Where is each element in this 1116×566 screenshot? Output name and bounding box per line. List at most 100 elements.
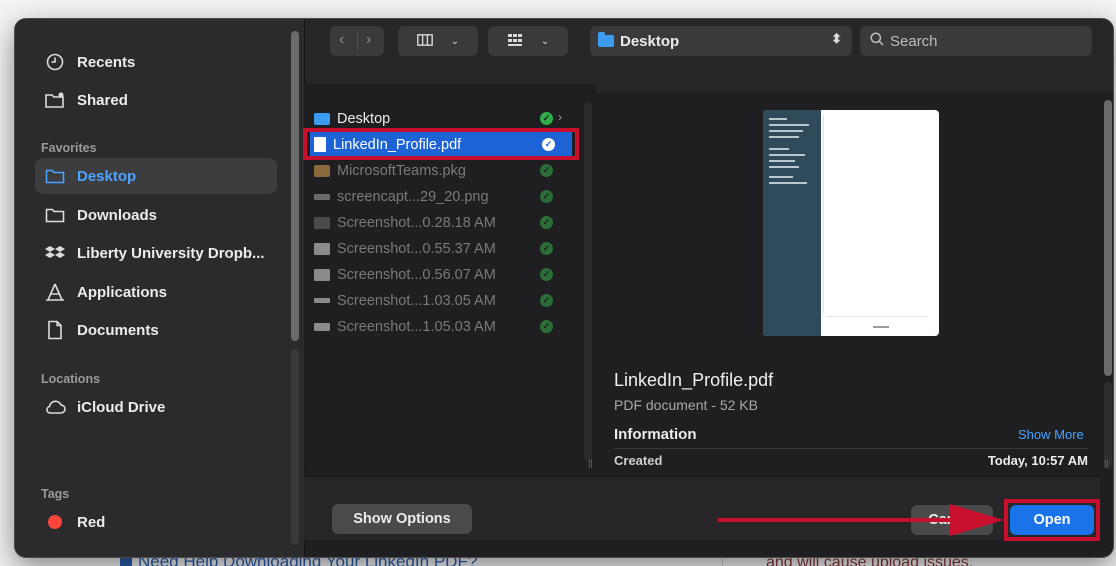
document-icon <box>43 320 67 340</box>
grid-icon <box>507 33 523 50</box>
clock-icon <box>43 52 67 72</box>
preview-scrollbar[interactable] <box>1104 100 1112 376</box>
location-popup[interactable]: Desktop ⬍ <box>590 26 852 56</box>
synced-check-icon: ✓ <box>540 216 553 229</box>
sidebar-item-label: Shared <box>77 91 128 109</box>
sidebar-item-downloads[interactable]: Downloads <box>35 197 277 233</box>
list-item-screenshot: Screenshot...0.55.37 AM ✓ <box>314 236 568 261</box>
created-value: Today, 10:57 AM <box>987 453 1088 468</box>
pdf-preview-thumbnail <box>763 110 939 336</box>
sidebar-item-label: Documents <box>77 321 159 339</box>
list-item-screencapture: screencapt...29_20.png ✓ <box>314 184 568 209</box>
sidebar-item-icloud-drive[interactable]: iCloud Drive <box>35 389 277 425</box>
folder-icon <box>314 112 330 125</box>
folder-icon <box>43 166 67 186</box>
dropbox-icon <box>43 243 67 263</box>
forward-icon[interactable]: › <box>366 31 371 49</box>
file-name: Desktop <box>337 110 391 127</box>
synced-check-icon: ✓ <box>540 112 553 125</box>
list-item-screenshot: Screenshot...0.56.07 AM ✓ <box>314 262 568 287</box>
file-name: Screenshot...0.56.07 AM <box>337 266 496 283</box>
chevron-down-icon: ⌄ <box>540 35 550 47</box>
folder-icon <box>43 205 67 225</box>
open-highlight-box <box>1004 499 1100 541</box>
tags-header: Tags <box>41 487 70 501</box>
image-file-icon <box>314 216 330 229</box>
sidebar-item-dropbox[interactable]: Liberty University Dropb... <box>35 235 277 271</box>
list-item-teams-pkg: MicrosoftTeams.pkg ✓ <box>314 158 568 183</box>
list-item-screenshot: Screenshot...1.03.05 AM ✓ <box>314 288 568 313</box>
sidebar-item-label: iCloud Drive <box>77 398 166 416</box>
show-options-button[interactable]: Show Options <box>332 504 472 534</box>
synced-check-icon: ✓ <box>540 294 553 307</box>
sidebar-scrollbar[interactable] <box>291 31 299 341</box>
back-forward-buttons[interactable]: ‹ › <box>330 26 384 56</box>
file-name: Screenshot...0.55.37 AM <box>337 240 496 257</box>
updown-chevron-icon: ⬍ <box>831 31 842 46</box>
sidebar-item-tag-red[interactable]: Red <box>35 504 277 540</box>
column-view-button[interactable]: ⌄ <box>398 26 478 56</box>
info-separator <box>614 448 1088 449</box>
cloud-icon <box>43 397 67 417</box>
preview-dashed-line <box>823 116 824 316</box>
file-name: Screenshot...1.03.05 AM <box>337 292 496 309</box>
sidebar-item-label: Red <box>77 513 106 531</box>
synced-check-icon: ✓ <box>540 164 553 177</box>
preview-file-kind: PDF document - 52 KB <box>614 397 758 413</box>
sidebar-item-label: Applications <box>77 283 168 301</box>
locations-header: Locations <box>41 372 101 386</box>
sidebar-item-recents[interactable]: Recents <box>35 44 277 80</box>
file-name: Screenshot...0.28.18 AM <box>337 214 496 231</box>
image-file-icon <box>314 322 330 331</box>
list-item-screenshot: Screenshot...1.05.03 AM ✓ <box>314 314 568 339</box>
applications-icon <box>43 282 67 302</box>
search-icon <box>870 32 884 50</box>
synced-check-icon: ✓ <box>540 268 553 281</box>
synced-check-icon: ✓ <box>540 320 553 333</box>
sidebar-scroll-track <box>291 349 299 545</box>
nav-divider <box>357 32 358 50</box>
synced-check-icon: ✓ <box>540 190 553 203</box>
columns-icon <box>416 33 433 49</box>
sidebar-item-shared[interactable]: Shared <box>35 82 277 118</box>
preview-resize-handle[interactable]: || <box>1104 458 1109 468</box>
created-label: Created <box>614 453 663 468</box>
preview-file-name: LinkedIn_Profile.pdf <box>614 370 774 390</box>
synced-check-icon: ✓ <box>540 242 553 255</box>
sidebar-item-desktop[interactable]: Desktop <box>35 158 277 194</box>
show-more-link[interactable]: Show More <box>1018 427 1084 442</box>
search-input[interactable] <box>890 32 1080 50</box>
shared-folder-icon <box>43 90 67 110</box>
file-name: screencapt...29_20.png <box>337 188 489 205</box>
preview-footer-line <box>827 316 927 317</box>
sidebar-item-label: Recents <box>77 53 136 71</box>
image-file-icon <box>314 268 330 281</box>
annotation-arrow <box>718 504 1004 536</box>
preview-page-number <box>873 326 889 328</box>
sidebar-item-label: Downloads <box>77 206 158 224</box>
highlight-box <box>303 128 579 160</box>
column-resize-handle[interactable]: || <box>588 458 593 468</box>
file-name: MicrosoftTeams.pkg <box>337 162 466 179</box>
sidebar-item-label: Desktop <box>77 167 137 185</box>
sidebar-item-documents[interactable]: Documents <box>35 312 277 348</box>
sidebar: Recents Shared Favorites Desktop Downloa… <box>15 19 305 557</box>
preview-sidebar <box>763 110 821 336</box>
chevron-down-icon: ⌄ <box>450 35 460 47</box>
group-button[interactable]: ⌄ <box>488 26 568 56</box>
sidebar-item-label: Liberty University Dropb... <box>77 244 265 262</box>
search-field[interactable] <box>860 26 1092 56</box>
column-scrollbar[interactable] <box>584 102 592 462</box>
chevron-right-icon: › <box>558 110 562 124</box>
sidebar-item-applications[interactable]: Applications <box>35 274 277 310</box>
information-heading: Information <box>614 426 697 443</box>
red-tag-icon <box>43 512 67 532</box>
list-item-screenshot: Screenshot...0.28.18 AM ✓ <box>314 210 568 235</box>
favorites-header: Favorites <box>41 141 97 155</box>
package-icon <box>314 164 330 177</box>
image-file-icon <box>314 193 330 200</box>
file-name: Screenshot...1.05.03 AM <box>337 318 496 335</box>
image-file-icon <box>314 298 330 303</box>
back-icon[interactable]: ‹ <box>339 31 344 49</box>
preview-scroll-track <box>1104 382 1112 468</box>
